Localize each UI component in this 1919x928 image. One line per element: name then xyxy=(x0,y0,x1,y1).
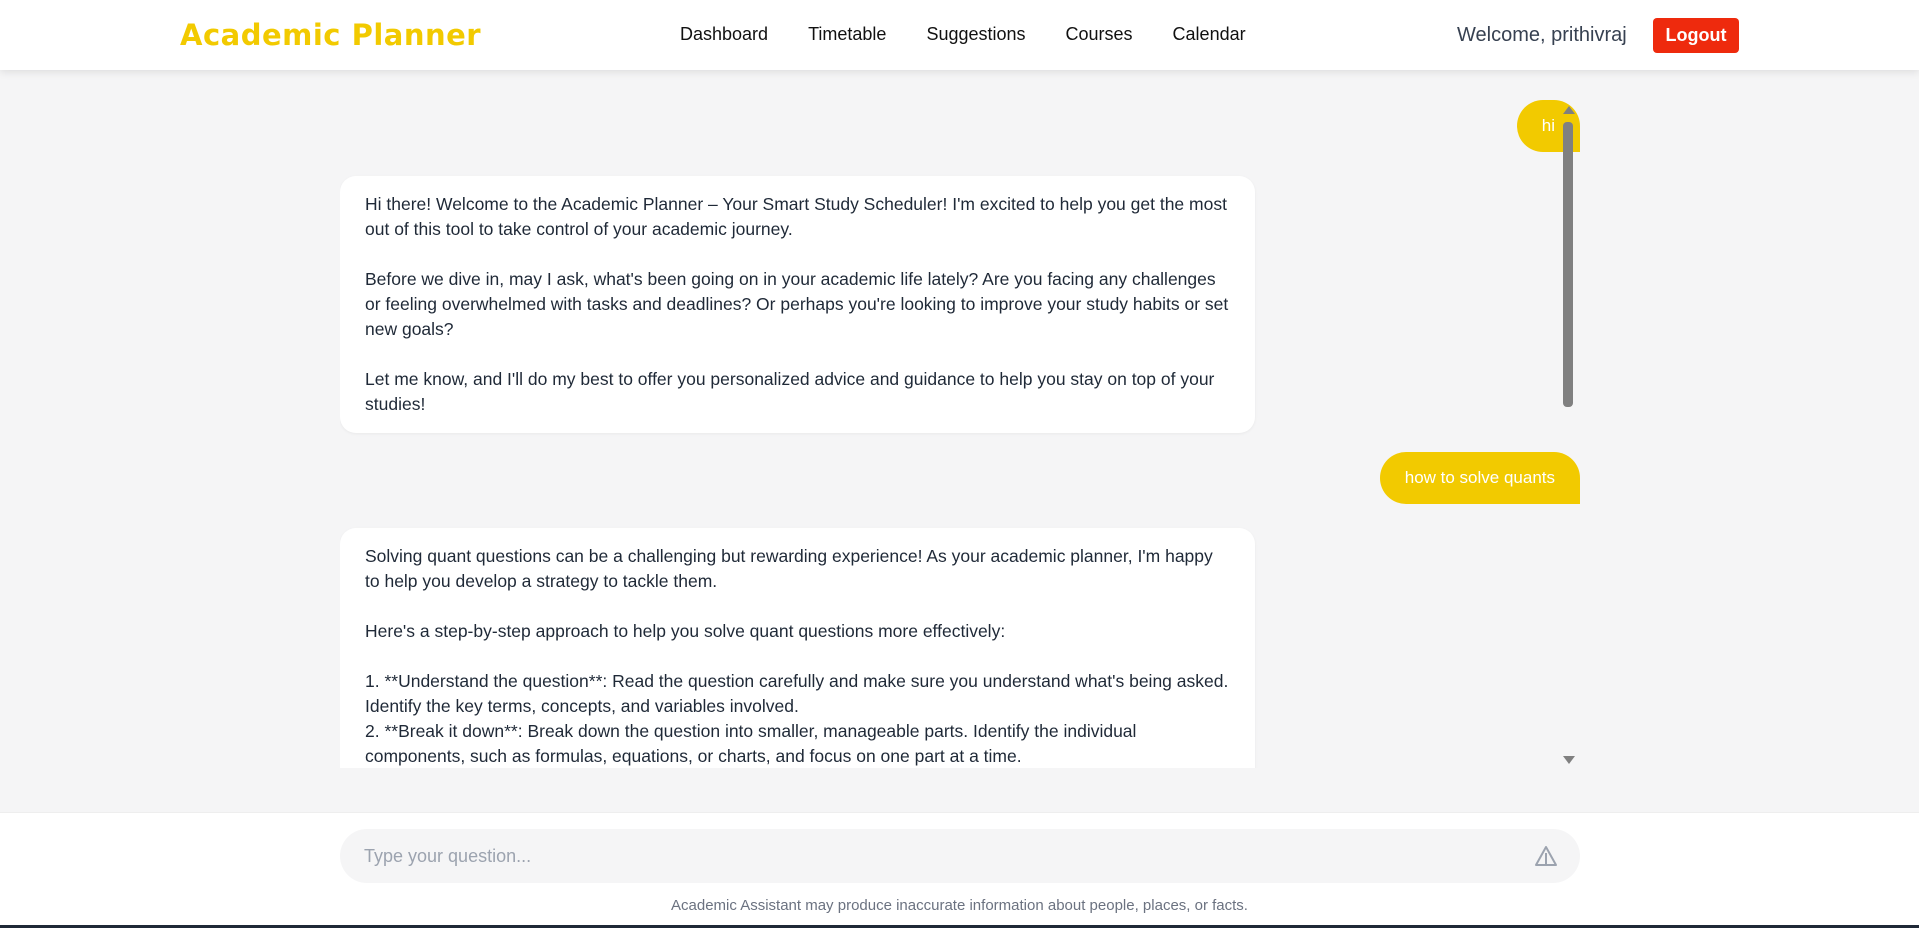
assistant-paragraph: Solving quant questions can be a challen… xyxy=(365,546,1213,591)
nav-suggestions[interactable]: Suggestions xyxy=(926,24,1025,45)
assistant-paragraph: Here's a step-by-step approach to help y… xyxy=(365,621,1006,641)
scrollbar-thumb[interactable] xyxy=(1563,122,1573,407)
top-navbar: Academic Planner Dashboard Timetable Sug… xyxy=(0,0,1919,70)
welcome-text: Welcome, prithivraj xyxy=(1457,24,1627,46)
scroll-up-arrow-icon[interactable] xyxy=(1563,106,1575,114)
user-message-text: hi xyxy=(1541,116,1555,135)
main-nav: Dashboard Timetable Suggestions Courses … xyxy=(680,24,1246,45)
nav-dashboard[interactable]: Dashboard xyxy=(680,24,768,45)
assistant-message: Solving quant questions can be a challen… xyxy=(340,528,1255,768)
send-button[interactable] xyxy=(1532,843,1560,869)
composer-area: Academic Assistant may produce inaccurat… xyxy=(0,812,1919,928)
assistant-paragraph: Before we dive in, may I ask, what's bee… xyxy=(365,269,1229,339)
nav-calendar[interactable]: Calendar xyxy=(1173,24,1246,45)
user-message-text: how to solve quants xyxy=(1404,468,1555,487)
assistant-list-item: 2. **Break it down**: Break down the que… xyxy=(365,721,1137,766)
question-input[interactable] xyxy=(364,829,1514,883)
chat-scrollbar[interactable] xyxy=(1560,101,1576,768)
assistant-message: Hi there! Welcome to the Academic Planne… xyxy=(340,176,1255,433)
scroll-down-arrow-icon[interactable] xyxy=(1563,756,1575,764)
brand-logo[interactable]: Academic Planner xyxy=(180,18,481,52)
logout-button[interactable]: Logout xyxy=(1653,18,1739,53)
disclaimer-text: Academic Assistant may produce inaccurat… xyxy=(671,897,1248,914)
question-input-wrapper xyxy=(340,829,1580,883)
chat-messages[interactable]: hi Hi there! Welcome to the Academic Pla… xyxy=(340,98,1580,768)
nav-timetable[interactable]: Timetable xyxy=(808,24,886,45)
send-icon xyxy=(1535,846,1557,866)
nav-courses[interactable]: Courses xyxy=(1066,24,1133,45)
assistant-paragraph: Let me know, and I'll do my best to offe… xyxy=(365,369,1215,414)
assistant-paragraph: Hi there! Welcome to the Academic Planne… xyxy=(365,194,1227,239)
assistant-list-item: 1. **Understand the question**: Read the… xyxy=(365,671,1229,716)
user-message: how to solve quants xyxy=(1379,452,1580,504)
